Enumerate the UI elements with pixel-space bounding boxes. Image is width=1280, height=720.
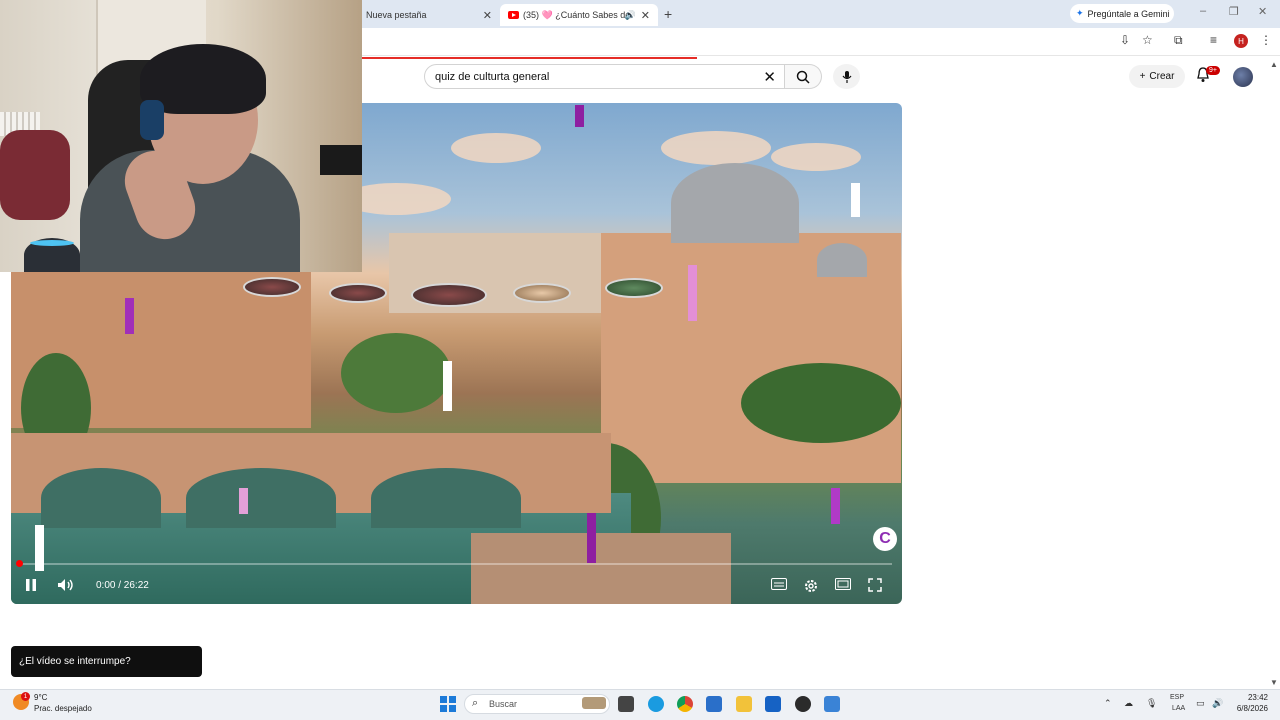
volume-button[interactable] (57, 578, 75, 595)
extensions-icon[interactable]: ⧉ (1174, 33, 1183, 48)
visual-effect-bar (239, 488, 248, 514)
new-tab-button[interactable]: + (664, 6, 672, 22)
notification-count-badge: 9+ (1206, 66, 1220, 75)
task-view-icon[interactable] (618, 696, 634, 712)
search-box: ✕ (424, 64, 785, 89)
visual-effect-bar (831, 488, 840, 524)
restore-icon[interactable]: ❐ (1229, 5, 1239, 18)
youtube-favicon-icon (508, 11, 519, 19)
channel-watermark[interactable]: C (873, 527, 897, 551)
tab-title: (35) 🩷 ¿Cuánto Sabes de (523, 9, 631, 20)
weather-alert-badge: 1 (21, 692, 30, 701)
pause-button[interactable] (25, 578, 37, 595)
visual-effect-bar (443, 361, 452, 411)
user-avatar[interactable] (1233, 67, 1253, 87)
theater-mode-button[interactable] (835, 578, 851, 593)
toast-text: ¿El vídeo se interrumpe? (19, 656, 131, 667)
install-app-icon[interactable]: ⇩ (1120, 33, 1130, 47)
gemini-label: Pregúntale a Gemini (1087, 8, 1170, 19)
scroll-up-arrow-icon[interactable]: ▲ (1270, 60, 1278, 69)
weather-description: Prac. despejado (34, 704, 92, 713)
plus-icon: + (1139, 71, 1146, 82)
microsoft-store-icon[interactable] (765, 696, 781, 712)
chrome-browser-icon[interactable] (677, 696, 693, 712)
media-controls-icon[interactable]: ≡ (1210, 33, 1217, 47)
fullscreen-icon (868, 578, 882, 592)
minimize-icon[interactable]: – (1200, 5, 1206, 17)
windows-start-button[interactable] (440, 696, 456, 712)
file-explorer-icon[interactable] (736, 696, 752, 712)
network-icon[interactable]: ▭ (1196, 698, 1205, 709)
bookmark-star-icon[interactable]: ☆ (1142, 33, 1153, 47)
visual-effect-bar (851, 183, 860, 217)
language-indicator-line1[interactable]: ESP (1170, 694, 1184, 701)
browser-menu-icon[interactable]: ⋮ (1260, 33, 1272, 47)
taskbar-search-placeholder: Buscar (489, 699, 518, 709)
floating-disc (605, 278, 663, 298)
visual-effect-bar (125, 298, 134, 334)
taskbar-date[interactable]: 6/8/2026 (1222, 704, 1268, 713)
search-icon (796, 70, 810, 84)
obs-app-icon[interactable] (795, 696, 811, 712)
progress-scrubber[interactable] (16, 560, 23, 567)
microphone-tray-icon[interactable]: 🎙 (1146, 698, 1157, 709)
subtitles-icon (771, 578, 787, 590)
video-interrupt-toast[interactable]: ¿El vídeo se interrumpe? (11, 646, 202, 677)
create-label: Crear (1149, 71, 1175, 82)
weather-temperature: 9°C (34, 693, 48, 702)
gear-icon (805, 580, 817, 592)
volume-icon (58, 579, 73, 591)
search-button[interactable] (785, 64, 822, 89)
chevron-up-icon[interactable]: ⌃ (1104, 698, 1112, 709)
language-indicator-line2[interactable]: LAA (1172, 705, 1185, 712)
floating-disc (411, 283, 487, 307)
copilot-icon[interactable] (706, 696, 722, 712)
close-icon[interactable]: ✕ (641, 9, 650, 22)
gemini-button[interactable]: ✦ Pregúntale a Gemini (1070, 4, 1174, 23)
voice-search-button[interactable] (833, 64, 860, 89)
tab-youtube-video[interactable]: (35) 🩷 ¿Cuánto Sabes de 🔊 ✕ (500, 4, 658, 26)
create-button[interactable]: + Crear (1129, 65, 1185, 88)
browser-toolbar: ⇩ ☆ ⧉ ≡ H ⋮ (362, 28, 1280, 56)
speaker-icon[interactable]: 🔊 (625, 10, 636, 21)
visual-effect-bar (575, 105, 584, 127)
webcam-overlay (0, 0, 362, 272)
search-input[interactable] (435, 69, 755, 85)
fullscreen-button[interactable] (868, 578, 882, 595)
visual-effect-bar (688, 265, 697, 321)
app-window-icon[interactable] (824, 696, 840, 712)
tab-new-tab[interactable]: Nueva pestaña ✕ (362, 4, 500, 26)
gemini-sparkle-icon: ✦ (1076, 8, 1084, 18)
floating-disc (329, 283, 387, 303)
video-time-display: 0:00 / 26:22 (96, 580, 149, 591)
close-window-icon[interactable]: ✕ (1258, 5, 1267, 18)
search-highlight-icon (582, 697, 606, 709)
visual-effect-bar (587, 513, 596, 563)
subtitles-button[interactable] (771, 578, 787, 593)
floating-disc (243, 277, 301, 297)
microphone-icon (842, 70, 851, 83)
edge-browser-icon[interactable] (648, 696, 664, 712)
video-progress-bar[interactable] (20, 563, 892, 565)
floating-disc (513, 283, 571, 303)
browser-profile-avatar[interactable]: H (1234, 34, 1248, 48)
taskbar-clock[interactable]: 23:42 (1232, 693, 1268, 702)
scroll-down-arrow-icon[interactable]: ▼ (1270, 678, 1278, 687)
page-load-progress (362, 57, 697, 59)
tab-title: Nueva pestaña (366, 10, 427, 20)
search-icon: ⌕ (472, 697, 479, 709)
settings-button[interactable] (803, 578, 819, 597)
cloud-sync-icon[interactable]: ☁ (1124, 698, 1133, 709)
windows-taskbar (0, 689, 1280, 720)
close-icon[interactable]: ✕ (483, 9, 492, 22)
pause-icon (26, 579, 36, 591)
clear-search-icon[interactable]: ✕ (763, 68, 776, 86)
theater-mode-icon (835, 578, 851, 590)
